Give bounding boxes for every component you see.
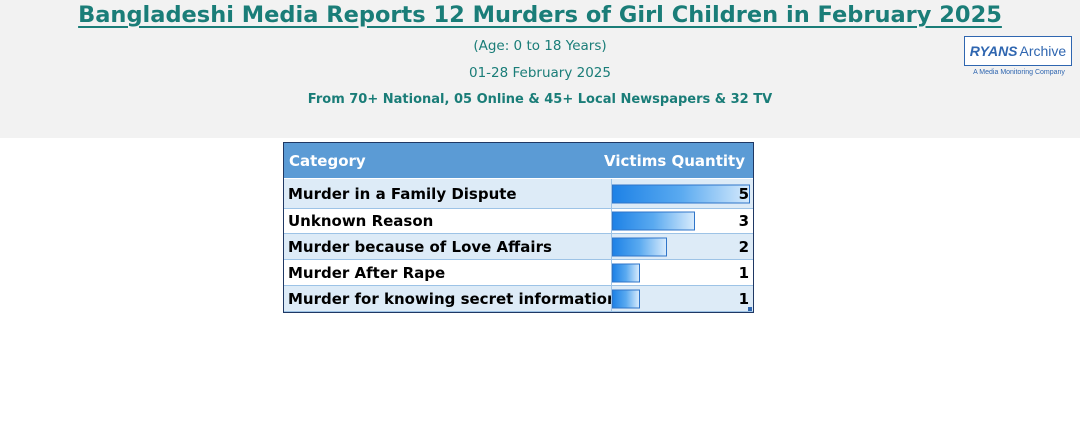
row-value: 1	[738, 263, 749, 282]
report-title: Bangladeshi Media Reports 12 Murders of …	[78, 2, 1002, 28]
row-category: Murder in a Family Dispute	[288, 184, 517, 203]
row-category: Murder After Rape	[288, 263, 446, 282]
logo-wordmark: RYANS Archive	[964, 36, 1072, 66]
logo-tagline: A Media Monitoring Company	[973, 69, 1065, 76]
data-bar	[612, 237, 668, 256]
data-bar	[612, 289, 640, 308]
report-header: Bangladeshi Media Reports 12 Murders of …	[0, 0, 1080, 138]
data-bar	[612, 184, 750, 203]
row-value: 5	[738, 184, 749, 203]
data-bar	[612, 211, 695, 231]
row-value: 2	[738, 237, 749, 256]
data-bar	[612, 263, 640, 282]
table-row: Unknown Reason 3	[284, 209, 753, 234]
ryans-archive-logo: RYANS Archive A Media Monitoring Company	[964, 36, 1074, 82]
age-range: (Age: 0 to 18 Years)	[473, 38, 607, 54]
victims-table: Category Victims Quantity Murder in a Fa…	[283, 142, 754, 313]
row-value: 3	[738, 212, 749, 230]
table-row: Murder After Rape 1	[284, 260, 753, 286]
table-header: Category Victims Quantity	[284, 143, 753, 178]
logo-brand-suffix: Archive	[1019, 43, 1067, 59]
row-category: Murder because of Love Affairs	[288, 237, 552, 256]
table-row: Murder because of Love Affairs 2	[284, 234, 753, 260]
row-value: 1	[738, 289, 749, 308]
column-header-category: Category	[289, 152, 366, 170]
column-header-victims-quantity: Victims Quantity	[604, 152, 745, 170]
date-range: 01-28 February 2025	[469, 65, 611, 81]
sources-line: From 70+ National, 05 Online & 45+ Local…	[307, 92, 773, 107]
logo-brand: RYANS	[969, 43, 1018, 59]
table-row: Murder for knowing secret information 1	[284, 286, 753, 312]
row-category: Murder for knowing secret information	[288, 289, 618, 308]
resize-handle	[748, 307, 752, 311]
row-category: Unknown Reason	[288, 212, 434, 230]
table-row: Murder in a Family Dispute 5	[284, 179, 753, 209]
